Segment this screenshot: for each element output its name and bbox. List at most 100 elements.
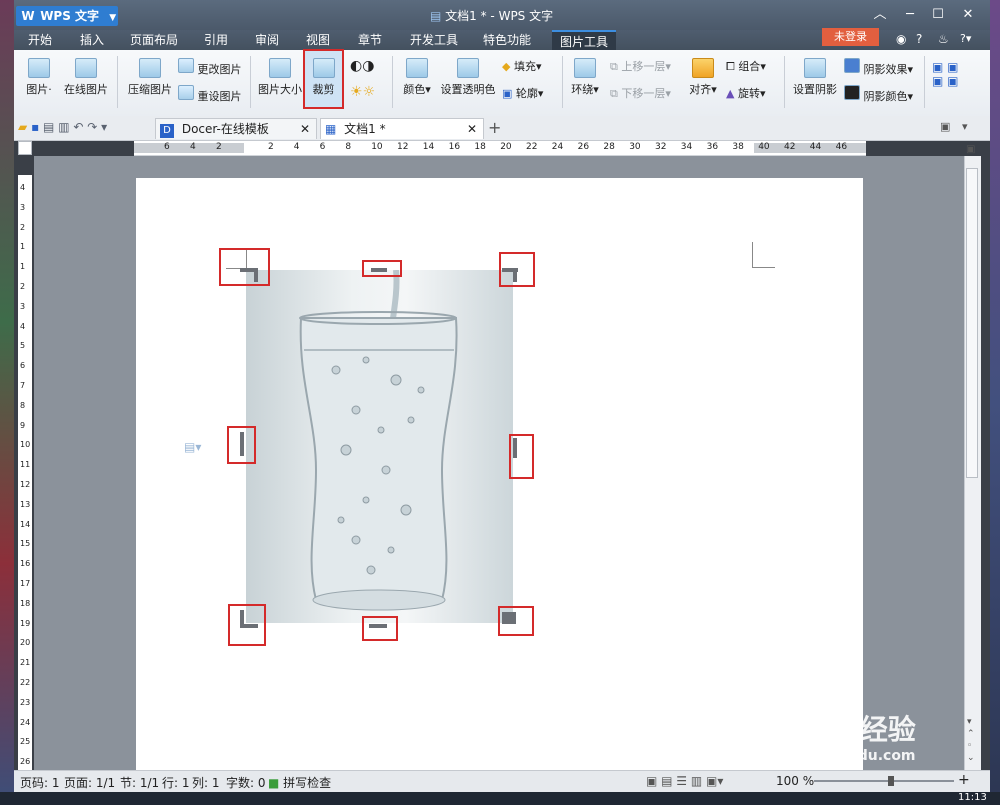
separator — [392, 56, 393, 108]
annotation-box — [228, 604, 266, 646]
tab-docer-templates[interactable]: D Docer-在线模板 ✕ — [155, 118, 317, 139]
skin-icon[interactable]: ◉ — [896, 32, 906, 46]
print-preview-icon[interactable]: ▥ — [58, 120, 69, 134]
spell-check-button[interactable]: ■ 拼写检查 — [268, 774, 331, 791]
view-mode-icons[interactable]: ▣ ▤ ☰ ▥ ▣▾ — [646, 774, 723, 788]
contrast-decrease-icon: ◑ — [362, 58, 375, 74]
tab-references[interactable]: 引用 — [204, 30, 228, 50]
brightness-buttons[interactable]: ☀☼ — [350, 84, 375, 100]
ruler-tick-label: 4 — [293, 142, 300, 152]
annotation-box — [362, 260, 402, 277]
ruler-tick-label: 30 — [629, 142, 641, 152]
tab-list-icon[interactable]: ▣ — [940, 120, 950, 133]
online-picture-icon — [75, 58, 97, 78]
shirt-icon[interactable]: ♨ — [938, 32, 949, 46]
color-button[interactable]: 颜色▾ — [400, 58, 434, 97]
redo-icon[interactable]: ↷ — [87, 120, 97, 134]
reset-picture-button[interactable]: 重设图片 — [178, 85, 242, 104]
tab-page-layout[interactable]: 页面布局 — [130, 30, 178, 50]
help-icon[interactable]: ? — [916, 32, 922, 46]
change-picture-button[interactable]: 更改图片 — [178, 58, 242, 77]
separator — [117, 56, 118, 108]
vertical-ruler[interactable]: 4 3 2 1 1 2 3 4 5 6 7 8 9 10 11 12 13 14 15 16 17 18 19 20 21 22 2… — [18, 175, 32, 770]
tab-developer[interactable]: 开发工具 — [410, 30, 458, 50]
horizontal-ruler[interactable]: 6 4 2 2 4 6 8 10 12 14 16 18 20 22 24 26 28 30 32 34 36 38 40 4… — [134, 141, 866, 156]
customize-icon[interactable]: ▾ — [101, 120, 107, 134]
ruler-tick-label: 24 — [20, 717, 31, 727]
tab-special[interactable]: 特色功能 — [483, 30, 531, 50]
group-button[interactable]: ⧠ 组合▾ — [726, 58, 766, 74]
shadow-effect-button[interactable]: 阴影效果▾ — [844, 58, 913, 77]
new-tab-button[interactable]: + — [488, 118, 501, 137]
close-tab-icon[interactable]: ✕ — [300, 119, 310, 140]
ruler-tick-label: 14 — [20, 519, 31, 529]
tab-document-1[interactable]: ▦ 文档1 * ✕ — [320, 118, 484, 139]
transparent-icon — [457, 58, 479, 78]
send-backward-button[interactable]: ⧉ 下移一层▾ — [610, 85, 671, 101]
ruler-tick-label: 2 — [20, 282, 26, 291]
wrap-button[interactable]: 环绕▾ — [568, 58, 602, 97]
color-icon — [406, 58, 428, 78]
collapse-ribbon-button[interactable]: ︿ — [868, 6, 892, 24]
maximize-button[interactable]: ☐ — [926, 6, 950, 24]
set-transparent-color-button[interactable]: 设置透明色 — [440, 58, 496, 97]
ruler-tick-label: 6 — [164, 142, 170, 152]
set-shadow-button[interactable]: 设置阴影 — [792, 58, 838, 97]
close-button[interactable]: ✕ — [956, 6, 980, 24]
annotation-box — [362, 616, 398, 641]
ruler-tick-label: 8 — [20, 400, 26, 410]
wps-logo-icon: W — [21, 9, 35, 23]
spell-check-icon: ■ — [268, 776, 280, 790]
annotation-box — [219, 248, 270, 286]
tab-picture-tools[interactable]: 图片工具 — [552, 30, 617, 50]
tab-review[interactable]: 审阅 — [255, 30, 279, 50]
ruler-tick-label: 34 — [680, 142, 693, 152]
outline-button[interactable]: ▣ 轮廓▾ — [502, 85, 543, 101]
fill-button[interactable]: ◆ 填充▾ — [502, 58, 542, 74]
picture-button[interactable]: 图片· — [24, 58, 54, 97]
ruler-tick-label: 2 — [20, 222, 26, 232]
contrast-buttons[interactable]: ◐◑ — [350, 58, 374, 74]
status-row: 行: 1 — [162, 776, 190, 790]
water-glass-picture[interactable] — [246, 270, 513, 623]
align-button[interactable]: 对齐▾ — [686, 58, 720, 97]
save-icon[interactable]: ▪ — [31, 120, 39, 134]
desktop-left-edge — [0, 0, 14, 805]
view-switch-icon[interactable]: ▣ — [966, 144, 975, 155]
window-title: ▤ 文档1 * - WPS 文字 — [430, 9, 554, 23]
group-icon: ⧠ — [726, 60, 735, 73]
shadow-color-button[interactable]: 阴影颜色▾ — [844, 85, 913, 104]
help-menu-icon[interactable]: ?▾ — [960, 32, 971, 45]
tab-insert[interactable]: 插入 — [80, 30, 104, 50]
ruler-tick-label: 15 — [20, 539, 31, 549]
annotation-box — [498, 606, 534, 636]
scrollbar-thumb[interactable] — [966, 168, 978, 478]
close-tab-icon[interactable]: ✕ — [467, 119, 477, 140]
separator — [562, 56, 563, 108]
docer-icon: D — [160, 124, 174, 138]
ruler-toggle[interactable] — [18, 141, 32, 155]
tab-view[interactable]: 视图 — [306, 30, 330, 50]
picture-size-button[interactable]: 图片大小 — [257, 58, 303, 97]
bring-forward-button[interactable]: ⧉ 上移一层▾ — [610, 58, 671, 74]
online-picture-button[interactable]: 在线图片 — [62, 58, 110, 97]
ruler-tick-label: 23 — [20, 697, 31, 707]
tab-home[interactable]: 开始 — [28, 30, 52, 50]
login-button[interactable]: 未登录 — [822, 28, 879, 46]
undo-icon[interactable]: ↶ — [73, 120, 83, 134]
wrap-icon — [574, 58, 596, 78]
compress-picture-button[interactable]: 压缩图片 — [125, 58, 175, 97]
tab-chapter[interactable]: 章节 — [358, 30, 382, 50]
tab-menu-icon[interactable]: ▾ — [962, 120, 968, 133]
shadow-nudge-icons[interactable]: ▣ ▣ ▣ ▣ — [932, 60, 959, 88]
app-menu-button[interactable]: W WPS 文字 ▼ — [16, 6, 118, 26]
print-icon[interactable]: ▤ — [43, 120, 54, 134]
open-icon[interactable]: ▰ — [18, 120, 27, 134]
ruler-tick-label: 5 — [20, 341, 26, 351]
ruler-tick-label: 22 — [20, 678, 31, 687]
paragraph-layout-icon[interactable]: ▤▾ — [184, 440, 201, 454]
minimize-button[interactable]: ─ — [898, 6, 922, 24]
desktop-right-edge — [990, 0, 1000, 805]
ruler-tick-label: 1 — [20, 262, 26, 272]
rotate-button[interactable]: ▲ 旋转▾ — [726, 85, 766, 101]
